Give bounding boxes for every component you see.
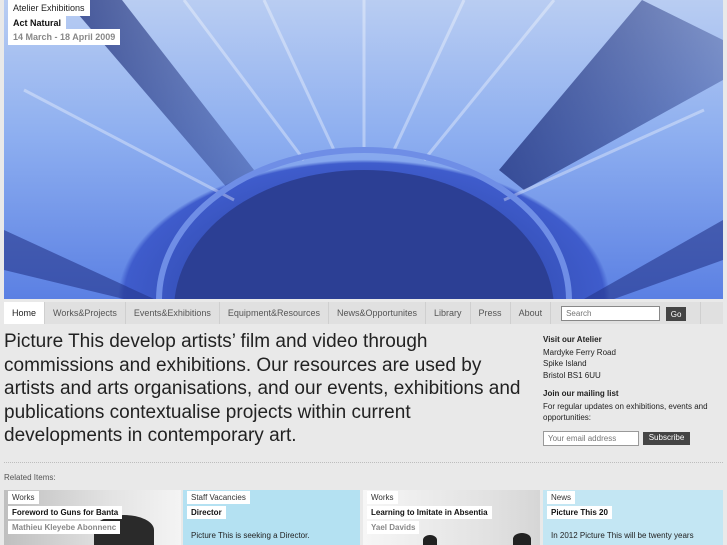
sidebar: Visit our Atelier Mardyke Ferry Road Spi… xyxy=(543,334,723,446)
mailing-title: Join our mailing list xyxy=(543,389,619,398)
nav-about[interactable]: About xyxy=(511,302,552,324)
card-tag: News xyxy=(547,491,576,504)
related-card[interactable]: News Picture This 20 In 2012 Picture Thi… xyxy=(543,490,723,545)
nav-equipment-resources[interactable]: Equipment&Resources xyxy=(220,302,329,324)
card-image-figure xyxy=(513,533,531,545)
nav-divider xyxy=(700,302,702,324)
related-card[interactable]: Works Foreword to Guns for Banta Mathieu… xyxy=(4,490,181,545)
hero-dates: 14 March - 18 April 2009 xyxy=(8,29,121,45)
search-go-button[interactable]: Go xyxy=(666,307,687,321)
card-title[interactable]: Foreword to Guns for Banta xyxy=(8,506,123,519)
nav-works-projects[interactable]: Works&Projects xyxy=(45,302,126,324)
card-text: Picture This is seeking a Director. xyxy=(191,531,310,540)
card-subtitle: Yael Davids xyxy=(367,521,420,534)
visit-title: Visit our Atelier xyxy=(543,335,602,344)
nav-press[interactable]: Press xyxy=(471,302,511,324)
hero-rib xyxy=(584,220,723,299)
card-text: In 2012 Picture This will be twenty year… xyxy=(551,531,694,540)
nav-news-opportunities[interactable]: News&Opportunites xyxy=(329,302,427,324)
nav-library[interactable]: Library xyxy=(426,302,471,324)
subscribe-button[interactable]: Subscribe xyxy=(643,431,690,445)
related-card[interactable]: Works Learning to Imitate in Absentia Ya… xyxy=(363,490,540,545)
card-title[interactable]: Learning to Imitate in Absentia xyxy=(367,506,492,519)
intro-text: Picture This develop artists’ film and v… xyxy=(4,331,521,446)
card-tag: Works xyxy=(8,491,39,504)
email-field[interactable] xyxy=(543,430,639,446)
main-nav: Home Works&Projects Events&Exhibitions E… xyxy=(4,302,723,324)
address-line: Bristol BS1 6UU xyxy=(543,370,601,380)
card-title[interactable]: Picture This 20 xyxy=(547,506,612,519)
search-input[interactable] xyxy=(561,306,661,321)
hero-banner[interactable]: Atelier Exhibitions Act Natural 14 March… xyxy=(4,0,723,299)
card-tag: Staff Vacancies xyxy=(187,491,250,504)
card-tag: Works xyxy=(367,491,398,504)
card-image-figure xyxy=(423,535,437,545)
nav-home[interactable]: Home xyxy=(4,302,46,324)
address-line: Spike Island xyxy=(543,359,587,368)
mailing-text: For regular updates on exhibitions, even… xyxy=(543,401,708,423)
card-subtitle: Mathieu Kleyebe Abonnenc xyxy=(8,521,121,534)
related-card[interactable]: Staff Vacancies Director Picture This is… xyxy=(183,490,360,545)
nav-events-exhibitions[interactable]: Events&Exhibitions xyxy=(126,302,220,324)
address-line: Mardyke Ferry Road xyxy=(543,347,616,357)
hero-category[interactable]: Atelier Exhibitions xyxy=(8,0,90,16)
related-items-label: Related Items: xyxy=(4,473,56,482)
card-title[interactable]: Director xyxy=(187,506,226,519)
hero-rib xyxy=(4,230,154,299)
section-divider xyxy=(4,462,723,463)
